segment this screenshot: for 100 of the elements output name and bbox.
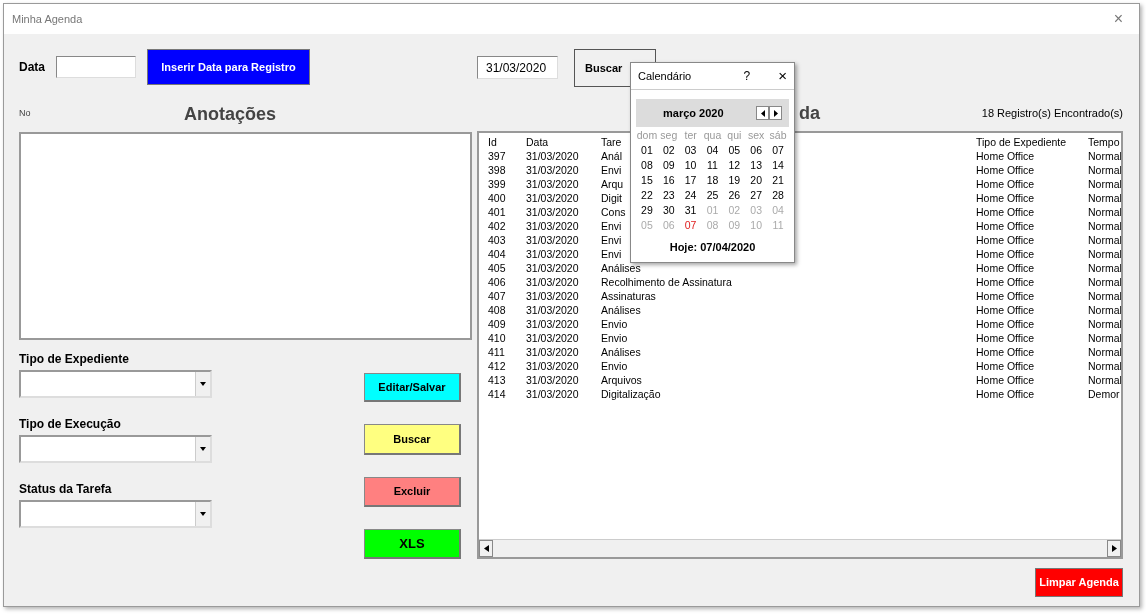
table-cell: 31/03/2020: [526, 346, 579, 358]
action-button[interactable]: XLS: [364, 529, 461, 559]
table-cell: 31/03/2020: [526, 318, 579, 330]
table-cell: Home Office: [976, 164, 1035, 176]
table-cell: 31/03/2020: [526, 206, 579, 218]
dropdown-field[interactable]: [19, 370, 212, 398]
notes-field[interactable]: [19, 132, 472, 340]
table-cell: 411: [488, 346, 505, 358]
field-label: Tipo de Execução: [19, 416, 122, 433]
calendar-day[interactable]: 25: [701, 188, 724, 203]
table-cell: Home Office: [976, 150, 1035, 162]
previous-month-button[interactable]: [756, 106, 769, 120]
action-button[interactable]: Excluir: [364, 477, 461, 507]
calendar-day[interactable]: 12: [723, 158, 746, 173]
table-cell: Envio: [601, 360, 628, 372]
calendar-day[interactable]: 16: [657, 173, 680, 188]
month-label: março 2020: [663, 105, 724, 121]
table-cell: 409: [488, 318, 506, 330]
calendar-day[interactable]: 05: [723, 143, 746, 158]
table-cell: Arqu: [601, 178, 624, 190]
calendar-day[interactable]: 02: [657, 143, 680, 158]
table-cell: 31/03/2020: [526, 276, 579, 288]
calendar-day[interactable]: 07: [767, 143, 789, 158]
calendar-day[interactable]: 08: [636, 158, 658, 173]
next-month-button[interactable]: [769, 106, 782, 120]
calendar-day[interactable]: 28: [767, 188, 789, 203]
calendar-day[interactable]: 04: [701, 143, 724, 158]
left-arrow-icon: [760, 109, 765, 117]
table-cell: Normal: [1088, 248, 1121, 260]
column-header: Tare: [601, 136, 622, 148]
calendar-day[interactable]: 30: [657, 203, 680, 218]
calendar-day[interactable]: 07: [679, 218, 702, 233]
records-list[interactable]: [477, 131, 1123, 559]
calendar-day[interactable]: 23: [657, 188, 680, 203]
calendar-day[interactable]: 24: [679, 188, 702, 203]
table-cell: 408: [488, 304, 506, 316]
scroll-left-icon[interactable]: [479, 540, 493, 557]
weekday-label: ter: [683, 128, 698, 143]
calendar-day[interactable]: 20: [745, 173, 768, 188]
table-cell: Normal: [1088, 164, 1121, 176]
close-button[interactable]: ×: [778, 64, 787, 88]
insert-date-button[interactable]: Inserir Data para Registro: [147, 49, 310, 85]
calendar-day[interactable]: 15: [636, 173, 658, 188]
date-input[interactable]: [56, 56, 136, 78]
table-cell: Normal: [1088, 206, 1121, 218]
calendar-day[interactable]: 11: [701, 158, 724, 173]
table-cell: Normal: [1088, 304, 1121, 316]
table-cell: Home Office: [976, 318, 1035, 330]
action-button[interactable]: Buscar: [364, 424, 461, 455]
field-label: Data: [19, 59, 46, 76]
calendar-day[interactable]: 29: [636, 203, 658, 218]
dropdown-field[interactable]: [19, 435, 212, 463]
table-cell: Normal: [1088, 318, 1121, 330]
table-cell: Envi: [601, 164, 622, 176]
help-button[interactable]: ?: [743, 67, 751, 85]
table-cell: Home Office: [976, 262, 1035, 274]
clear-agenda-button[interactable]: Limpar Agenda: [1035, 568, 1123, 597]
date-input[interactable]: 31/03/2020: [477, 56, 558, 79]
calendar-day[interactable]: 03: [679, 143, 702, 158]
table-cell: 31/03/2020: [526, 332, 579, 344]
table-cell: 397: [488, 150, 506, 162]
table-cell: Home Office: [976, 332, 1035, 344]
calendar-day[interactable]: 17: [679, 173, 702, 188]
weekday-label: sex: [747, 128, 766, 143]
column-header: Tempo: [1088, 136, 1120, 148]
calendar-day[interactable]: 27: [745, 188, 768, 203]
table-cell: Home Office: [976, 360, 1035, 372]
field-label: No: [19, 107, 31, 121]
dropdown-field[interactable]: [19, 500, 212, 528]
calendar-day[interactable]: 01: [636, 143, 658, 158]
scroll-right-icon[interactable]: [1107, 540, 1121, 557]
calendar-day[interactable]: 26: [723, 188, 746, 203]
calendar-day[interactable]: 13: [745, 158, 768, 173]
calendar-day[interactable]: 19: [723, 173, 746, 188]
table-cell: 412: [488, 360, 506, 372]
table-cell: Home Office: [976, 192, 1035, 204]
calendar-day[interactable]: 18: [701, 173, 724, 188]
calendar-day[interactable]: 14: [767, 158, 789, 173]
weekday-label: qua: [702, 128, 723, 143]
table-cell: 410: [488, 332, 506, 344]
table-cell: Home Office: [976, 234, 1035, 246]
right-arrow-icon: [1111, 545, 1117, 552]
calendar-day[interactable]: 06: [745, 143, 768, 158]
action-button[interactable]: Editar/Salvar: [364, 373, 461, 402]
close-button[interactable]: ×: [1105, 7, 1131, 31]
calendar-day[interactable]: 21: [767, 173, 789, 188]
today-label[interactable]: Hoje: 07/04/2020: [669, 239, 756, 256]
table-cell: Normal: [1088, 360, 1121, 372]
table-cell: Home Office: [976, 346, 1035, 358]
table-cell: 31/03/2020: [526, 234, 579, 246]
calendar-day[interactable]: 09: [657, 158, 680, 173]
weekday-label: sáb: [768, 128, 788, 143]
calendar-day[interactable]: 10: [679, 158, 702, 173]
table-cell: 400: [488, 192, 506, 204]
horizontal-scrollbar[interactable]: [479, 539, 1121, 557]
calendar-day[interactable]: 31: [679, 203, 702, 218]
calendar-day[interactable]: 22: [636, 188, 658, 203]
table-cell: 407: [488, 290, 506, 302]
section-title: Anotações: [184, 102, 277, 126]
table-cell: 31/03/2020: [526, 388, 579, 400]
